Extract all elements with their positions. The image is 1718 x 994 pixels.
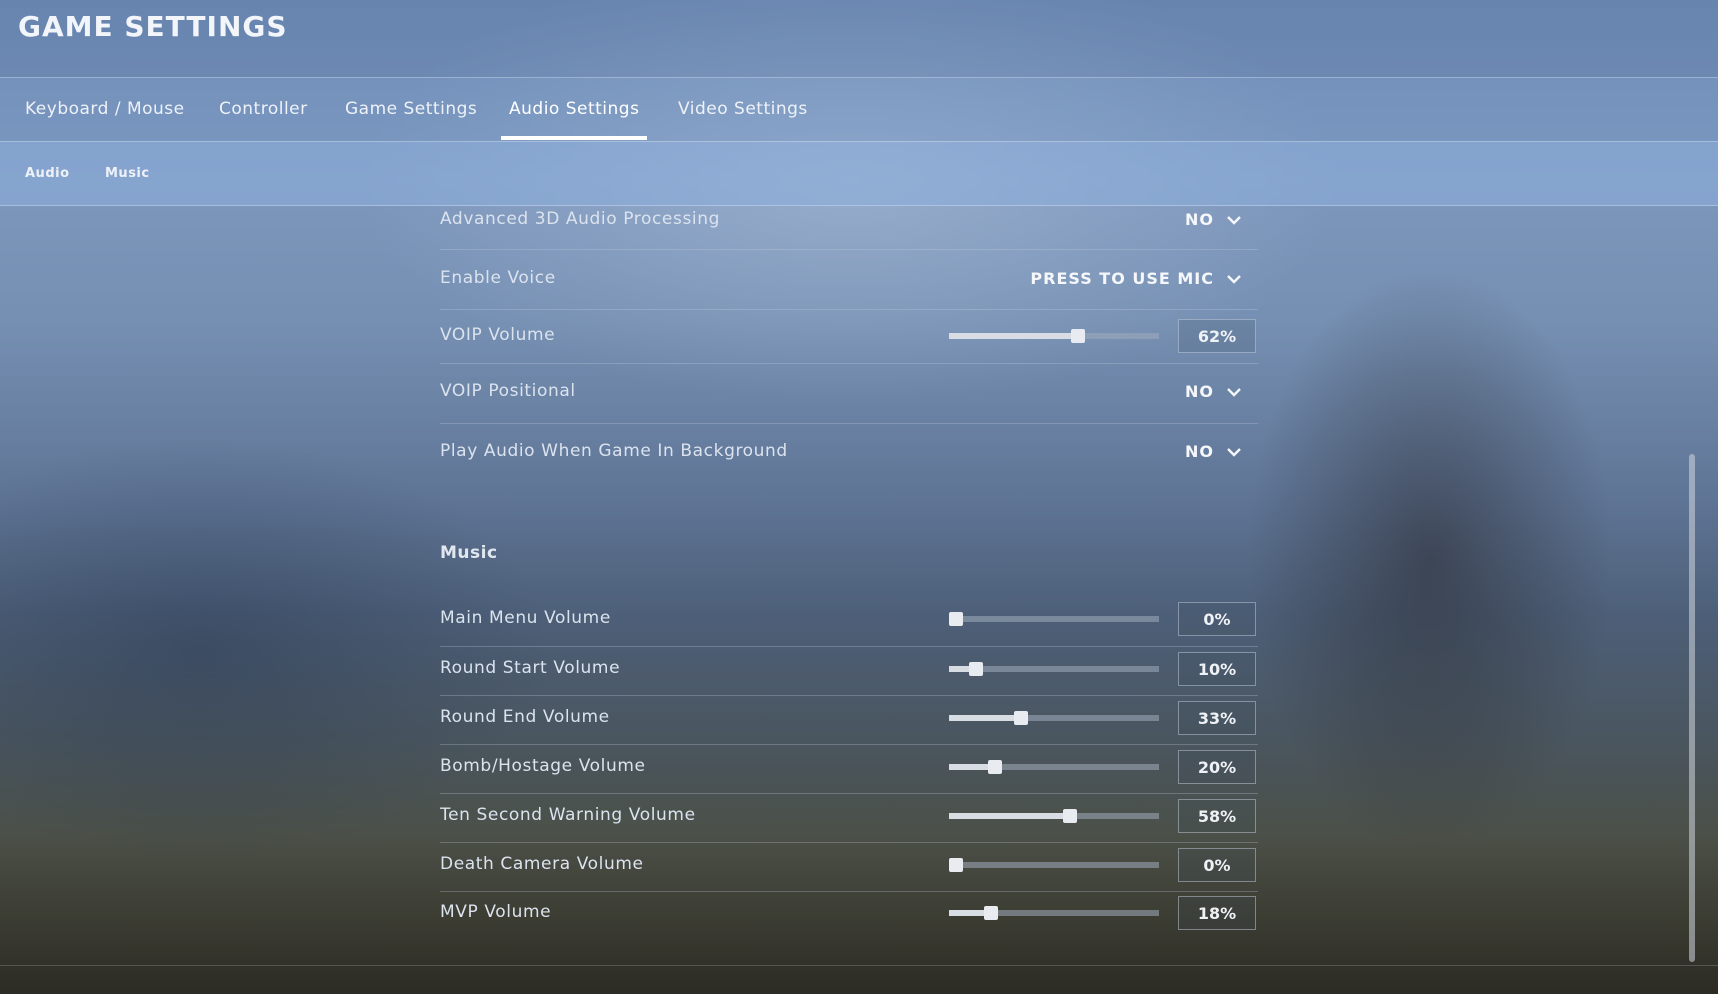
tab-game-settings[interactable]: Game Settings (337, 78, 485, 141)
setting-row-play-audio-background: Play Audio When Game In Background NO (440, 424, 1258, 484)
setting-label: Round End Volume (440, 707, 610, 727)
setting-label: Bomb/Hostage Volume (440, 756, 646, 776)
setting-row-voip-volume: VOIP Volume 62% (440, 310, 1258, 364)
title-bar: GAME SETTINGS (0, 0, 1718, 78)
setting-label: VOIP Volume (440, 325, 556, 345)
setting-label: Main Menu Volume (440, 608, 611, 628)
voip-volume-slider[interactable] (949, 329, 1159, 343)
chevron-down-icon (1227, 215, 1241, 225)
bomb-hostage-volume-value[interactable]: 20% (1178, 750, 1256, 784)
footer-divider (0, 965, 1718, 966)
setting-row-voip-positional: VOIP Positional NO (440, 364, 1258, 424)
tab-video-settings[interactable]: Video Settings (670, 78, 816, 141)
main-menu-volume-value[interactable]: 0% (1178, 602, 1256, 636)
play-audio-background-dropdown[interactable]: NO (1185, 442, 1242, 461)
music-section-title: Music (440, 543, 498, 563)
enable-voice-dropdown[interactable]: PRESS TO USE MIC (1030, 269, 1242, 288)
setting-row-ten-second-warning-volume: Ten Second Warning Volume 58% (440, 794, 1258, 843)
slider-handle[interactable] (1071, 329, 1085, 343)
slider-handle[interactable] (1014, 711, 1028, 725)
dropdown-value: NO (1185, 210, 1214, 229)
dropdown-value: PRESS TO USE MIC (1030, 269, 1214, 288)
setting-row-advanced-3d-audio: Advanced 3D Audio Processing NO (440, 205, 1258, 250)
setting-row-main-menu-volume: Main Menu Volume 0% (440, 599, 1258, 647)
round-end-volume-value[interactable]: 33% (1178, 701, 1256, 735)
slider-fill (949, 333, 1078, 339)
chevron-down-icon (1227, 274, 1241, 284)
slider-handle[interactable] (949, 612, 963, 626)
death-camera-volume-value[interactable]: 0% (1178, 848, 1256, 882)
setting-label: Ten Second Warning Volume (440, 805, 696, 825)
setting-row-bomb-hostage-volume: Bomb/Hostage Volume 20% (440, 745, 1258, 794)
setting-label: VOIP Positional (440, 381, 576, 401)
setting-row-round-end-volume: Round End Volume 33% (440, 696, 1258, 745)
subtab-audio[interactable]: Audio (25, 142, 70, 205)
slider-handle[interactable] (988, 760, 1002, 774)
chevron-down-icon (1227, 387, 1241, 397)
setting-label: Enable Voice (440, 268, 556, 288)
setting-label: Advanced 3D Audio Processing (440, 209, 720, 229)
scrollbar[interactable] (1689, 454, 1695, 962)
slider-fill (949, 715, 1021, 721)
page-title: GAME SETTINGS (18, 10, 288, 43)
chevron-down-icon (1227, 447, 1241, 457)
ten-second-warning-volume-value[interactable]: 58% (1178, 799, 1256, 833)
round-end-volume-slider[interactable] (949, 711, 1159, 725)
advanced-3d-audio-dropdown[interactable]: NO (1185, 210, 1242, 229)
tab-audio-settings[interactable]: Audio Settings (501, 78, 648, 141)
setting-label: Play Audio When Game In Background (440, 441, 788, 461)
round-start-volume-slider[interactable] (949, 662, 1159, 676)
setting-row-enable-voice: Enable Voice PRESS TO USE MIC (440, 250, 1258, 310)
dropdown-value: NO (1185, 442, 1214, 461)
slider-handle[interactable] (1063, 809, 1077, 823)
setting-row-round-start-volume: Round Start Volume 10% (440, 647, 1258, 696)
tab-controller[interactable]: Controller (211, 78, 316, 141)
setting-label: MVP Volume (440, 902, 552, 922)
main-tab-bar: Keyboard / Mouse Controller Game Setting… (0, 78, 1718, 142)
death-camera-volume-slider[interactable] (949, 858, 1159, 872)
mvp-volume-slider[interactable] (949, 906, 1159, 920)
voip-volume-value[interactable]: 62% (1178, 319, 1256, 353)
slider-handle[interactable] (969, 662, 983, 676)
sub-tab-bar: Audio Music (0, 142, 1718, 206)
tab-keyboard-mouse[interactable]: Keyboard / Mouse (17, 78, 193, 141)
ten-second-warning-volume-slider[interactable] (949, 809, 1159, 823)
round-start-volume-value[interactable]: 10% (1178, 652, 1256, 686)
slider-fill (949, 813, 1070, 819)
mvp-volume-value[interactable]: 18% (1178, 896, 1256, 930)
dropdown-value: NO (1185, 382, 1214, 401)
voip-positional-dropdown[interactable]: NO (1185, 382, 1242, 401)
slider-handle[interactable] (984, 906, 998, 920)
setting-label: Death Camera Volume (440, 854, 644, 874)
subtab-music[interactable]: Music (105, 142, 150, 205)
bomb-hostage-volume-slider[interactable] (949, 760, 1159, 774)
setting-row-mvp-volume: MVP Volume 18% (440, 892, 1258, 940)
settings-list: Advanced 3D Audio Processing NO Enable V… (440, 205, 1258, 965)
setting-row-death-camera-volume: Death Camera Volume 0% (440, 843, 1258, 892)
setting-label: Round Start Volume (440, 658, 621, 678)
main-menu-volume-slider[interactable] (949, 612, 1159, 626)
slider-handle[interactable] (949, 858, 963, 872)
